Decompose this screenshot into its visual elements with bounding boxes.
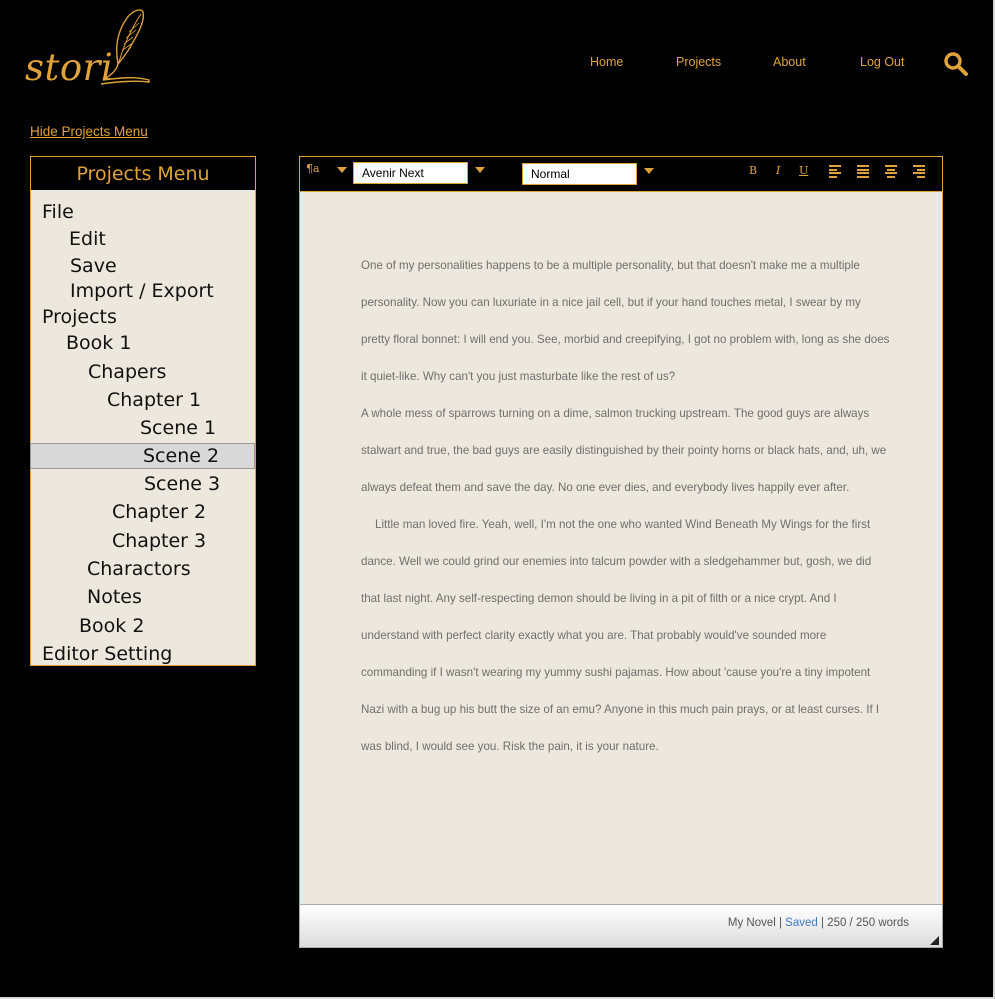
align-left-icon[interactable] <box>829 165 841 179</box>
stori-logo[interactable]: stori <box>23 8 153 90</box>
nav-about[interactable]: About <box>773 55 806 69</box>
bold-button[interactable]: B <box>749 164 757 177</box>
menu-item-notes[interactable]: Notes <box>87 586 142 608</box>
paragraph: One of my personalities happens to be a … <box>361 259 890 383</box>
hide-projects-menu-link[interactable]: Hide Projects Menu <box>30 124 148 139</box>
menu-item-chapter-1[interactable]: Chapter 1 <box>107 389 201 411</box>
menu-item-save[interactable]: Save <box>70 255 117 277</box>
app-window: stori Home Projects About Log Out Hide P… <box>0 0 993 997</box>
menu-item-scene-3[interactable]: Scene 3 <box>144 473 220 495</box>
menu-item-chapers[interactable]: Chapers <box>88 361 166 383</box>
paragraph: Little man loved fire. Yeah, well, I'm n… <box>361 518 880 753</box>
menu-item-projects[interactable]: Projects <box>42 306 117 328</box>
menu-item-chapter-3[interactable]: Chapter 3 <box>112 530 206 552</box>
projects-menu-header: Projects Menu <box>30 156 256 191</box>
document-text[interactable]: One of my personalities happens to be a … <box>361 247 891 765</box>
menu-item-scene-2[interactable]: Scene 2 <box>143 445 219 467</box>
align-center-icon[interactable] <box>885 165 897 179</box>
menu-item-file[interactable]: File <box>42 201 74 223</box>
nav-projects[interactable]: Projects <box>676 55 721 69</box>
caret-down-icon[interactable] <box>475 167 485 173</box>
menu-item-book-2[interactable]: Book 2 <box>79 615 144 637</box>
menu-item-book-1[interactable]: Book 1 <box>66 332 131 354</box>
menu-item-scene-1[interactable]: Scene 1 <box>140 417 216 439</box>
text-style-select[interactable]: Normal <box>522 163 637 185</box>
project-name: My Novel | <box>727 917 782 929</box>
italic-button[interactable]: I <box>776 164 780 177</box>
caret-down-icon[interactable] <box>337 167 347 173</box>
nav-home[interactable]: Home <box>590 55 623 69</box>
paragraph: A whole mess of sparrows turning on a di… <box>361 407 887 494</box>
save-status: Saved <box>785 917 818 929</box>
menu-item-import-export[interactable]: Import / Export <box>70 280 214 302</box>
logo-text: stori <box>25 46 114 89</box>
resize-grip-icon[interactable] <box>930 936 939 945</box>
document-editor[interactable]: One of my personalities happens to be a … <box>299 192 943 904</box>
align-right-icon[interactable] <box>913 165 925 179</box>
paragraph-format-button[interactable]: ¶a <box>306 162 320 175</box>
word-count: | 250 / 250 words <box>820 917 909 929</box>
underline-button[interactable]: U <box>799 164 808 177</box>
projects-menu-title: Projects Menu <box>76 162 210 185</box>
align-justify-icon[interactable] <box>857 165 869 179</box>
menu-item-edit[interactable]: Edit <box>69 228 106 250</box>
status-bar: My Novel | Saved | 250 / 250 words <box>299 904 943 948</box>
nav-logout[interactable]: Log Out <box>860 55 904 69</box>
menu-item-charactors[interactable]: Charactors <box>87 558 191 580</box>
menu-item-editor-setting[interactable]: Editor Setting <box>42 643 172 665</box>
search-icon[interactable] <box>943 51 969 77</box>
menu-item-chapter-2[interactable]: Chapter 2 <box>112 501 206 523</box>
caret-down-icon[interactable] <box>644 168 654 174</box>
status-text: My Novel | Saved | 250 / 250 words <box>728 917 909 929</box>
font-family-select[interactable]: Avenir Next <box>353 162 468 184</box>
